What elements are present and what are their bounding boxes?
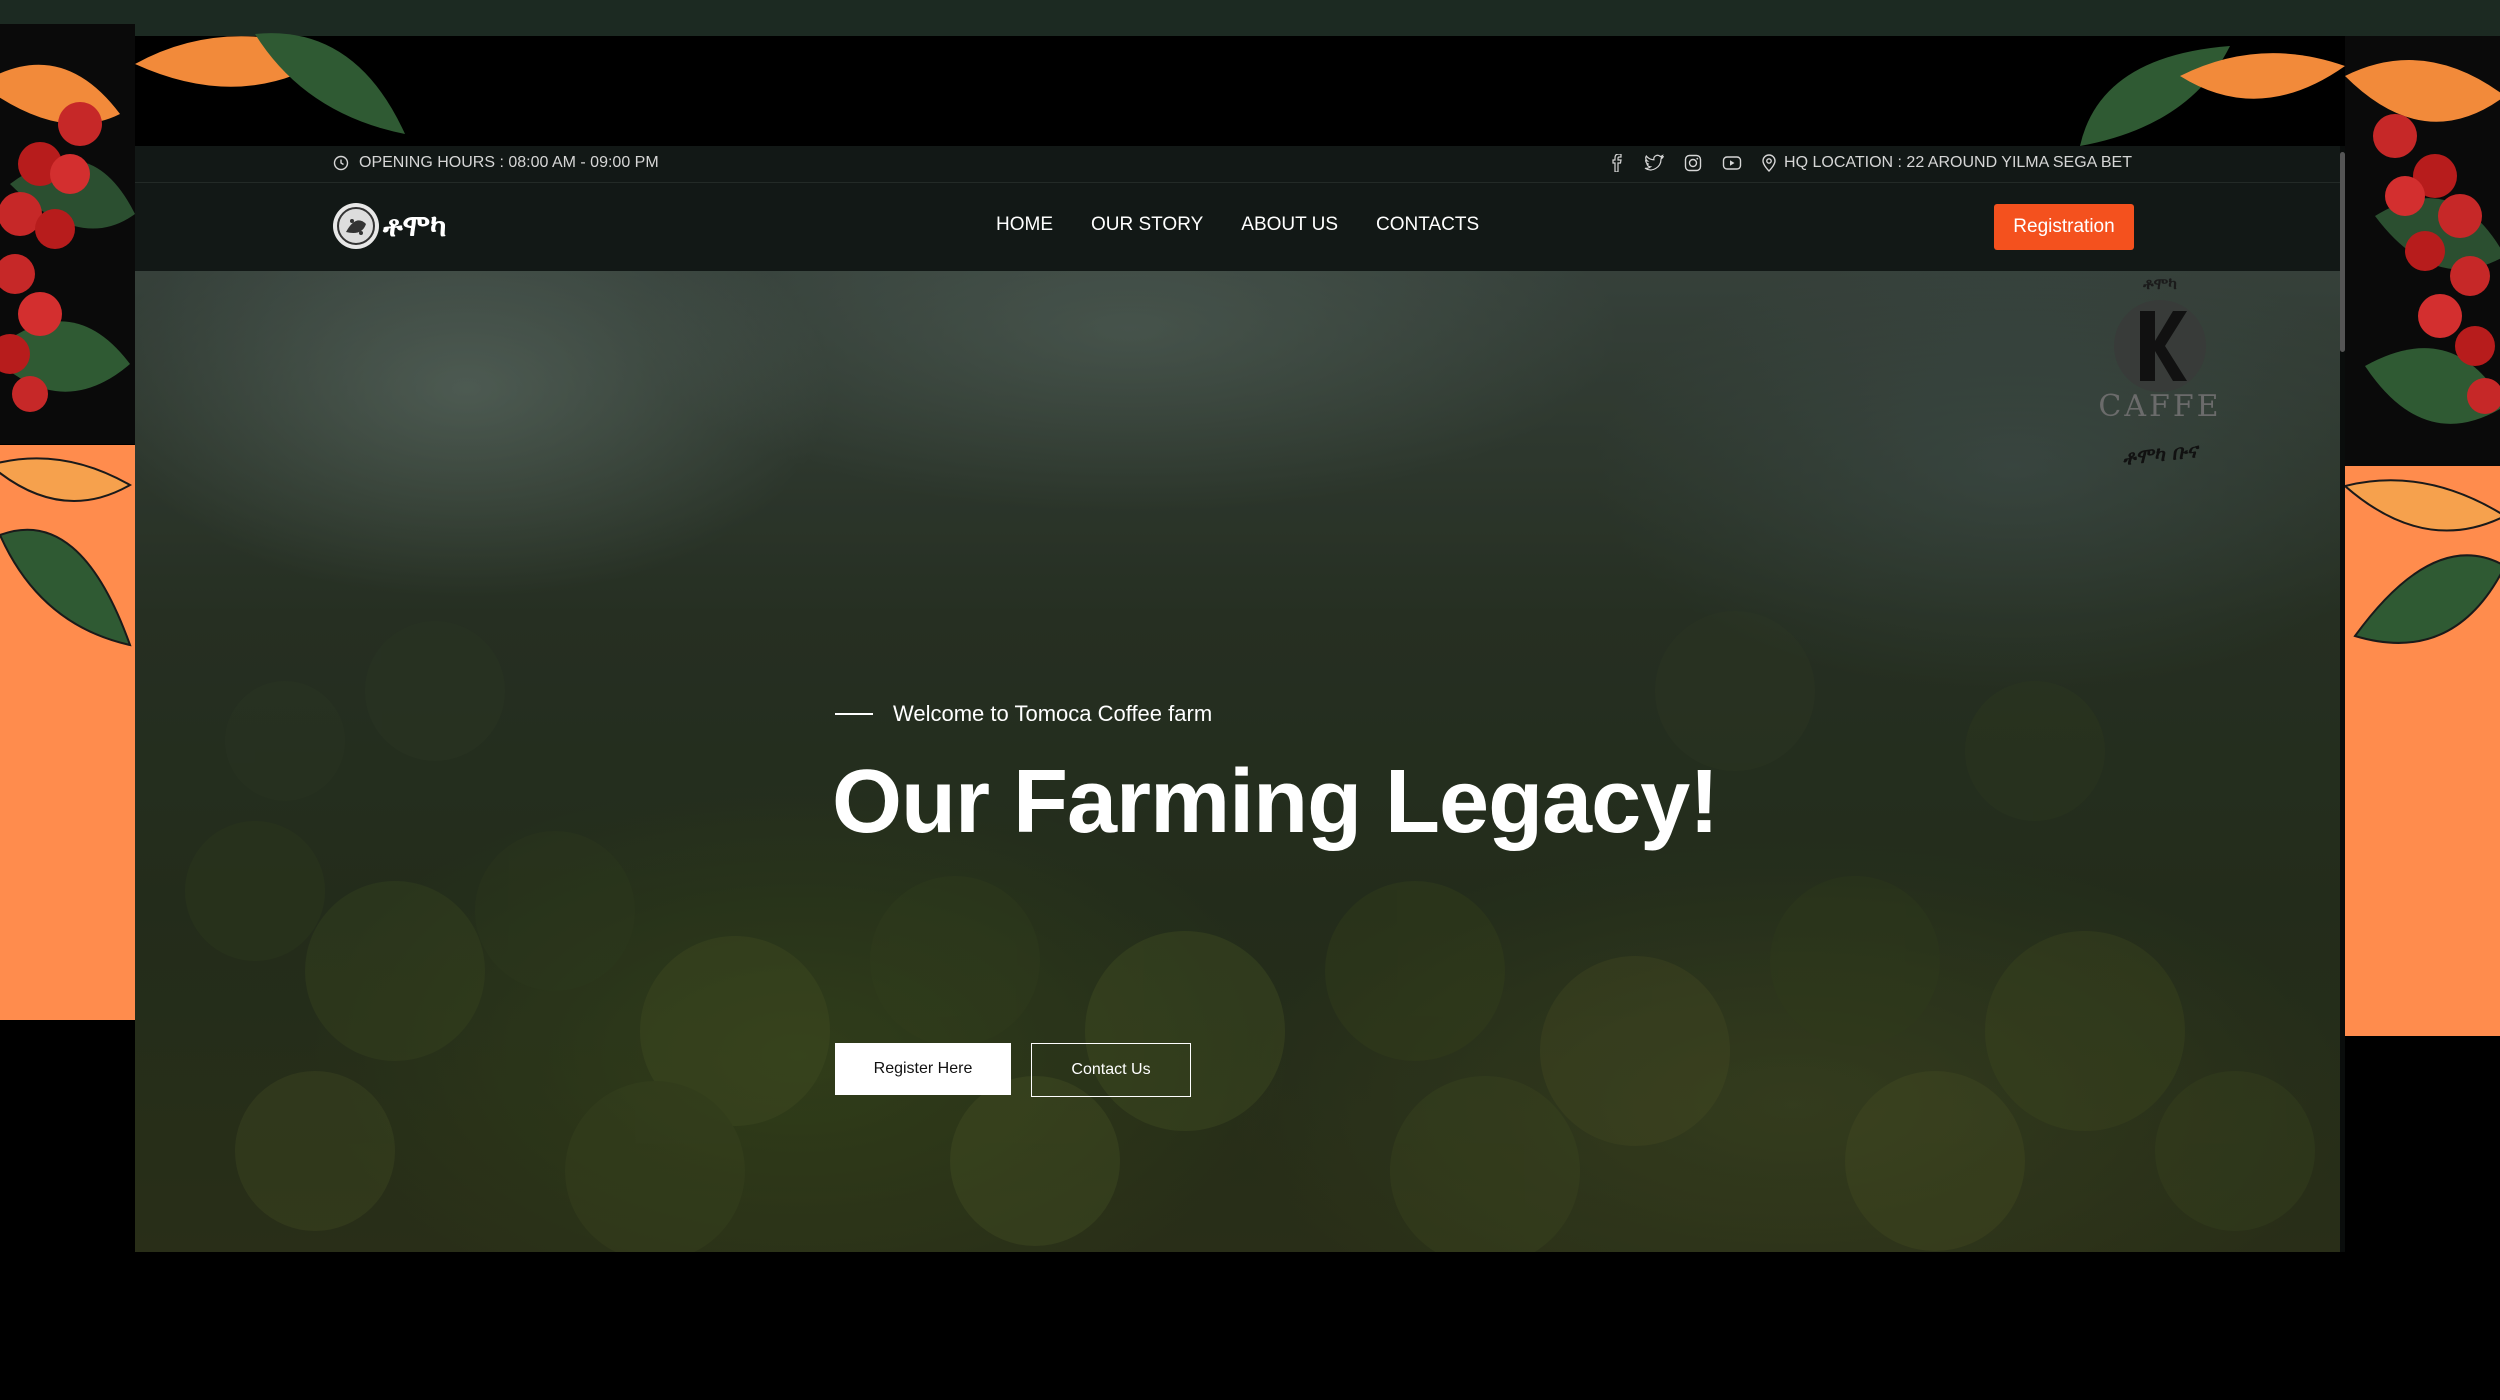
facebook-icon[interactable] <box>1610 154 1624 172</box>
main-navbar: ቶሞካ HOME OUR STORY ABOUT US CONTACTS Reg… <box>135 183 2345 271</box>
leaf-decoration-top-right <box>2060 36 2345 146</box>
twitter-icon[interactable] <box>1644 154 1665 172</box>
eyebrow-line <box>835 713 873 715</box>
nav-contacts[interactable]: CONTACTS <box>1376 214 1479 236</box>
hero-section: ቶሞካ CAFFE ቶሞካ ቡና Welcome to Tomoca Coffe… <box>135 271 2345 1252</box>
nav-about-us[interactable]: ABOUT US <box>1241 214 1338 236</box>
watermark-top-text: ቶሞካ <box>2142 274 2177 293</box>
hq-location-text: HQ LOCATION : 22 AROUND YILMA SEGA BET <box>1784 154 2132 171</box>
nav-home[interactable]: HOME <box>996 214 1053 236</box>
top-info-bar: OPENING HOURS : 08:00 AM - 09:00 PM HQ L… <box>135 146 2345 183</box>
clock-icon <box>333 155 349 171</box>
nav-links: HOME OUR STORY ABOUT US CONTACTS <box>996 214 1479 236</box>
coffee-branch-decoration-left <box>0 24 135 444</box>
hero-eyebrow: Welcome to Tomoca Coffee farm <box>835 701 1212 727</box>
contact-us-button[interactable]: Contact Us <box>1031 1043 1191 1097</box>
leaf-decoration-top-left <box>135 24 415 144</box>
coffee-branch-decoration-right <box>2345 36 2500 466</box>
watermark-caffe-word: CAFFE <box>2098 389 2221 424</box>
youtube-icon[interactable] <box>1722 155 1742 171</box>
hero-headline: Our Farming Legacy! <box>832 752 1719 852</box>
orange-side-panel-right <box>2345 466 2500 1036</box>
watermark-bottom-text: ቶሞካ ቡና <box>2121 438 2202 470</box>
orange-side-panel-left <box>0 445 135 1020</box>
logo-text: ቶሞካ <box>383 208 447 244</box>
registration-button[interactable]: Registration <box>1994 204 2134 250</box>
nav-our-story[interactable]: OUR STORY <box>1091 214 1203 236</box>
browser-window: OPENING HOURS : 08:00 AM - 09:00 PM HQ L… <box>135 146 2345 1252</box>
register-here-button[interactable]: Register Here <box>835 1043 1011 1095</box>
leopard-logo-icon <box>333 203 379 249</box>
opening-hours-text: OPENING HOURS : 08:00 AM - 09:00 PM <box>359 154 659 171</box>
scrollbar-thumb[interactable] <box>2340 152 2345 352</box>
location-pin-icon <box>1762 154 1776 172</box>
site-logo[interactable]: ቶሞካ <box>333 203 446 249</box>
page-scrollbar[interactable] <box>2340 146 2345 1252</box>
hero-eyebrow-text: Welcome to Tomoca Coffee farm <box>893 701 1213 726</box>
caffe-watermark-logo: ቶሞካ CAFFE ቶሞካ ቡና <box>2098 274 2221 470</box>
instagram-icon[interactable] <box>1684 154 1702 172</box>
